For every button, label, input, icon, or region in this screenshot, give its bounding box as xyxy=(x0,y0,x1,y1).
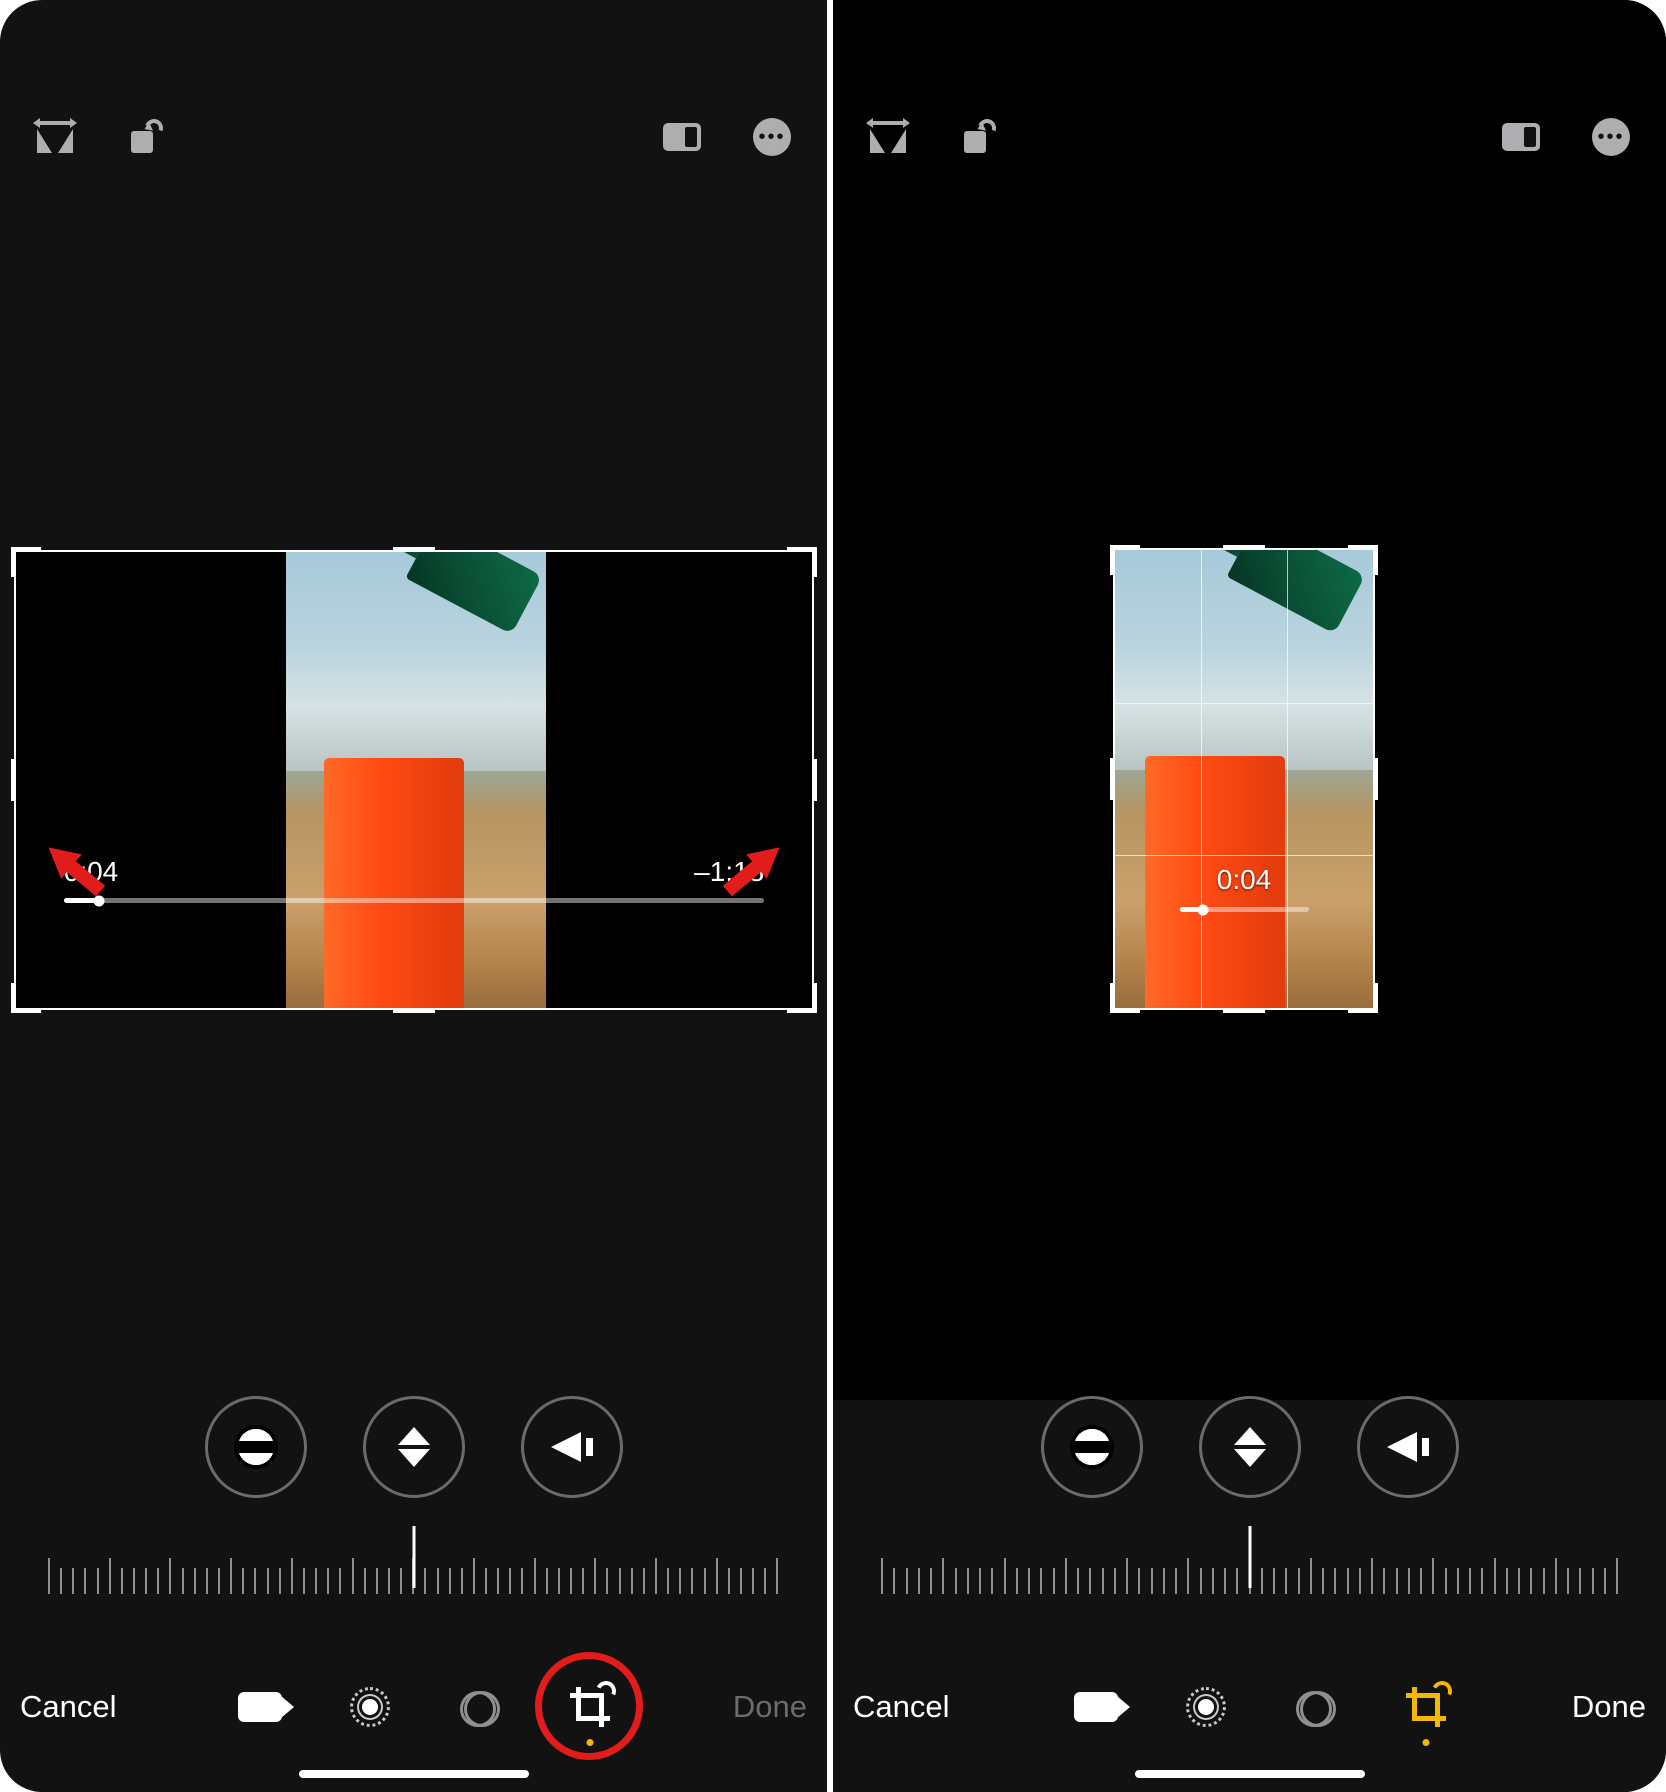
straighten-icon xyxy=(234,1425,278,1469)
more-icon xyxy=(753,118,791,156)
flip-horizontal-icon xyxy=(870,121,906,153)
tab-filters[interactable] xyxy=(455,1682,505,1732)
bottom-bar: Cancel Done xyxy=(833,1682,1666,1732)
crop-topbar xyxy=(0,108,827,166)
progress-bar[interactable] xyxy=(64,898,765,903)
time-overlay: 0:04 xyxy=(1115,864,1373,896)
tab-filters[interactable] xyxy=(1291,1682,1341,1732)
straighten-icon xyxy=(1070,1425,1114,1469)
straighten-button[interactable] xyxy=(205,1396,307,1498)
tab-adjust[interactable] xyxy=(345,1682,395,1732)
tab-video[interactable] xyxy=(235,1682,285,1732)
adjust-icon xyxy=(350,1687,390,1727)
horizontal-perspective-icon xyxy=(1387,1432,1429,1462)
time-overlay: 0:04 –1:18 xyxy=(64,856,765,888)
aspect-ratio-button[interactable] xyxy=(653,108,711,166)
horizontal-perspective-icon xyxy=(551,1432,593,1462)
vertical-perspective-icon xyxy=(395,1427,433,1467)
horizontal-perspective-button[interactable] xyxy=(1357,1396,1459,1498)
video-preview xyxy=(1115,550,1373,1008)
aspect-ratio-icon xyxy=(663,123,701,151)
vertical-perspective-icon xyxy=(1231,1427,1269,1467)
adjust-row xyxy=(833,1396,1666,1498)
filters-icon xyxy=(1296,1687,1336,1727)
dial-center-marker xyxy=(412,1526,415,1588)
crop-frame[interactable]: 0:04 xyxy=(1113,548,1375,1010)
flip-horizontal-button[interactable] xyxy=(859,108,917,166)
done-button[interactable]: Done xyxy=(1572,1689,1646,1725)
crop-frame[interactable]: 0:04 –1:18 xyxy=(14,550,814,1010)
flip-horizontal-icon xyxy=(37,121,73,153)
rotate-ccw-icon xyxy=(962,121,994,153)
cancel-button[interactable]: Cancel xyxy=(20,1689,117,1725)
progress-bar[interactable] xyxy=(1180,907,1309,912)
adjust-icon xyxy=(1186,1687,1226,1727)
active-tab-dot xyxy=(586,1739,593,1746)
tab-crop[interactable] xyxy=(1401,1682,1451,1732)
annotation-arrow-right xyxy=(746,835,790,879)
more-icon xyxy=(1592,118,1630,156)
crop-topbar xyxy=(833,108,1666,166)
phone-right: 0:04 Cancel xyxy=(833,0,1666,1792)
done-button[interactable]: Done xyxy=(733,1689,807,1725)
vertical-perspective-button[interactable] xyxy=(1199,1396,1301,1498)
straighten-button[interactable] xyxy=(1041,1396,1143,1498)
bottom-bar: Cancel Done xyxy=(0,1682,827,1732)
tab-adjust[interactable] xyxy=(1181,1682,1231,1732)
flip-horizontal-button[interactable] xyxy=(26,108,84,166)
crop-icon xyxy=(570,1687,610,1727)
home-indicator[interactable] xyxy=(299,1770,529,1778)
adjust-row xyxy=(0,1396,827,1498)
more-button[interactable] xyxy=(1582,108,1640,166)
video-icon xyxy=(238,1692,282,1722)
phone-left: 0:04 –1:18 xyxy=(0,0,827,1792)
crop-icon xyxy=(1406,1687,1446,1727)
rotate-button[interactable] xyxy=(116,108,174,166)
tab-video[interactable] xyxy=(1071,1682,1121,1732)
horizontal-perspective-button[interactable] xyxy=(521,1396,623,1498)
video-preview xyxy=(286,552,546,1008)
tab-crop[interactable] xyxy=(565,1682,615,1732)
active-tab-dot xyxy=(1422,1739,1429,1746)
dial-center-marker xyxy=(1248,1526,1251,1588)
aspect-ratio-button[interactable] xyxy=(1492,108,1550,166)
home-indicator[interactable] xyxy=(1135,1770,1365,1778)
rotation-dial[interactable] xyxy=(881,1548,1618,1594)
rotation-dial[interactable] xyxy=(48,1548,779,1594)
rotate-ccw-icon xyxy=(129,121,161,153)
vertical-perspective-button[interactable] xyxy=(363,1396,465,1498)
video-icon xyxy=(1074,1692,1118,1722)
rotate-button[interactable] xyxy=(949,108,1007,166)
current-time: 0:04 xyxy=(1217,864,1272,896)
aspect-ratio-icon xyxy=(1502,123,1540,151)
annotation-arrow-left xyxy=(38,835,82,879)
filters-icon xyxy=(460,1687,500,1727)
cancel-button[interactable]: Cancel xyxy=(853,1689,950,1725)
more-button[interactable] xyxy=(743,108,801,166)
